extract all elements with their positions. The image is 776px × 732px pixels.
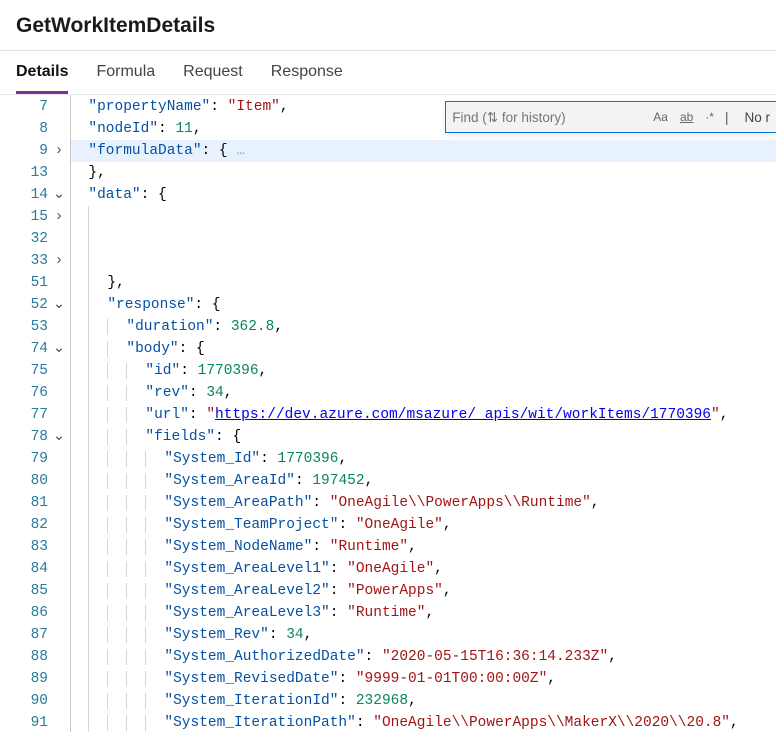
tab-response[interactable]: Response	[271, 63, 343, 94]
tab-request[interactable]: Request	[183, 63, 243, 94]
match-case-button[interactable]: Aa	[652, 110, 669, 124]
tab-details[interactable]: Details	[16, 63, 68, 94]
tab-formula[interactable]: Formula	[96, 63, 155, 94]
find-input[interactable]	[452, 110, 642, 125]
find-bar: Aa ab ·* | No r	[445, 101, 776, 133]
fold-gutter[interactable]: ›⌄ ››⌄ ⌄ ⌄	[48, 95, 70, 732]
whole-word-button[interactable]: ab	[679, 110, 694, 124]
code-editor[interactable]: Aa ab ·* | No r 7891314 1532335152 53747…	[0, 94, 776, 732]
line-gutter: 7891314 1532335152 5374757677 7879808182…	[0, 95, 48, 732]
regex-button[interactable]: ·*	[704, 110, 715, 124]
find-result-text: No r	[738, 110, 770, 125]
tab-bar: Details Formula Request Response	[0, 51, 776, 94]
code-content[interactable]: "propertyName": "Item", "nodeId": 11, "f…	[71, 95, 776, 732]
page-title: GetWorkItemDetails	[0, 0, 776, 50]
